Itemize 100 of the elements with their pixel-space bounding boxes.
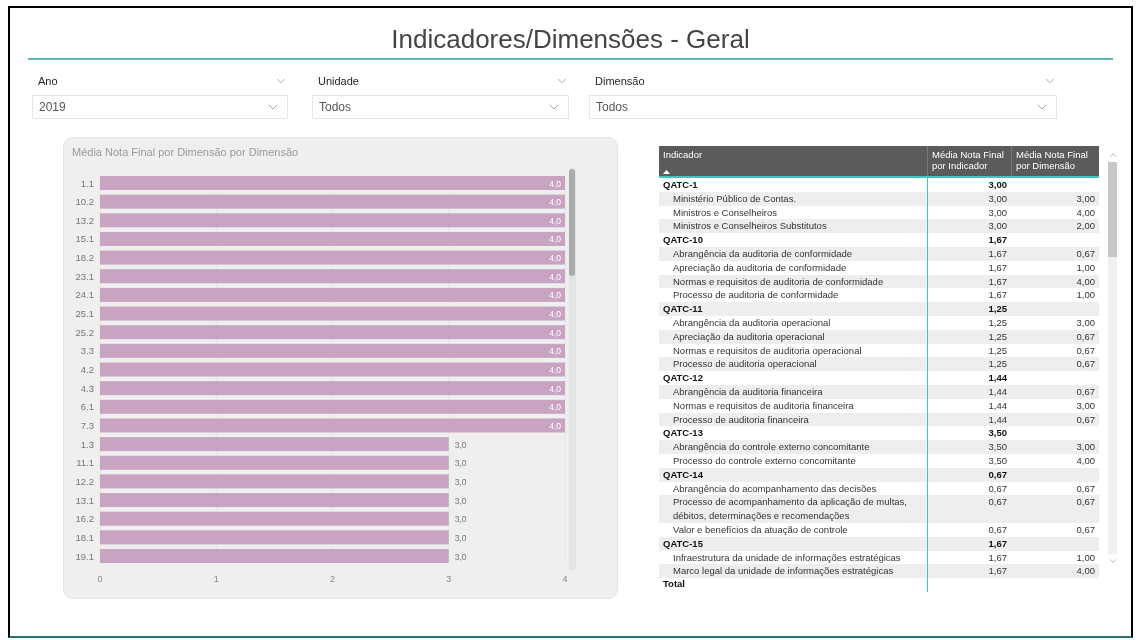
category-label: 18.2 — [75, 252, 94, 264]
group-value: 1,25 — [927, 302, 1011, 316]
group-value: 1,67 — [927, 233, 1011, 247]
table-cell-text: Ministros e Conselheiros — [672, 205, 778, 220]
table-cell-text: Infraestrutura da unidade de informações estratégicas — [672, 550, 902, 565]
category-label: 25.1 — [75, 308, 94, 320]
chart-title: Média Nota Final por Dimensão por Dimensão — [72, 145, 299, 160]
value-label: 4,0 — [549, 327, 561, 338]
group-value: 1,44 — [927, 371, 1011, 385]
value-label: 4,0 — [549, 346, 561, 357]
value-label: 4,0 — [549, 178, 561, 189]
group-cell[interactable]: QATC-12 — [659, 371, 927, 385]
table-cell-text: Processo de acompanhamento da aplicação de multas, débitos, determinações e recomendações — [672, 495, 908, 523]
table-cell-text: 3,00 — [1075, 440, 1096, 454]
table-cell-text: Processo de auditoria financeira — [672, 412, 810, 427]
axis-tick-label: 2 — [330, 574, 335, 584]
axis-tick-label: 3 — [446, 574, 452, 584]
value-label: 4,0 — [549, 365, 561, 375]
column-header[interactable]: Média Nota Final por Indicador — [927, 146, 1011, 176]
category-label: 24.1 — [75, 289, 94, 301]
filter-dropdown[interactable]: Todos — [312, 95, 569, 119]
value-label: 4,0 — [549, 215, 561, 226]
category-label: 18.1 — [75, 531, 94, 543]
table-cell-text: Processo do controle externo concomitante — [672, 453, 857, 468]
filter-dropdown[interactable]: 2019 — [32, 95, 288, 119]
table-cell-text: 4,00 — [1075, 274, 1096, 289]
table-cell-text: 0,67 — [1075, 384, 1096, 399]
table-cell-text: Normas e requisitos de auditoria de conformidade — [672, 274, 885, 289]
scroll-up-icon[interactable] — [1107, 150, 1118, 160]
group-value: 3,00 — [927, 178, 1011, 192]
table-cell: 0,67 — [927, 495, 1011, 523]
filter-label: Dimensão — [595, 73, 645, 89]
table-cell: 1,44 — [927, 384, 1011, 399]
category-label: 4.2 — [80, 364, 94, 375]
value-label: 3,0 — [454, 514, 467, 525]
table-cell-text: 0,67 — [1075, 495, 1096, 510]
value-label: 4,0 — [549, 420, 561, 431]
group-cell[interactable]: QATC-1 — [659, 178, 927, 192]
group-cell[interactable]: QATC-14 — [659, 467, 927, 482]
table-cell-text: 3,00 — [1075, 191, 1096, 206]
table-cell: 1,67 — [927, 247, 1011, 261]
category-label: 13.1 — [75, 494, 94, 506]
table-cell-text: 2,00 — [1075, 219, 1096, 234]
value-label: 3,0 — [454, 532, 467, 543]
category-label: 1.3 — [80, 438, 94, 450]
table-cell-text: Abrangência da auditoria de conformidade — [672, 247, 854, 261]
table-cell-text: 4,00 — [1075, 564, 1096, 579]
value-label: 4,0 — [549, 290, 561, 301]
table-cell-text: 0,67 — [1075, 329, 1096, 344]
axis-tick-label: 0 — [97, 574, 103, 584]
group-value: 0,67 — [927, 467, 1011, 482]
table-cell: 0,67 — [927, 522, 1011, 537]
table-cell-text: 0,67 — [1075, 522, 1096, 537]
value-label: 4,0 — [549, 402, 561, 413]
table-cell-text: Abrangência da auditoria financeira — [672, 384, 824, 399]
page-title: Indicadores/Dimensões - Geral — [391, 22, 750, 56]
category-label: 19.1 — [75, 550, 94, 562]
table-cell-text: 1,00 — [1075, 260, 1096, 275]
table-cell-text: 0,67 — [1075, 412, 1096, 427]
group-cell[interactable]: QATC-11 — [659, 302, 927, 316]
table-cell: 1,67 — [927, 564, 1011, 579]
category-label: 10.2 — [75, 196, 94, 208]
value-label: 4,0 — [549, 309, 561, 320]
value-label: 4,0 — [549, 197, 561, 208]
column-header[interactable]: Indicador — [663, 149, 927, 160]
table-cell-text: Apreciação da auditoria de conformidade — [672, 260, 848, 275]
table-cell: 3,50 — [927, 440, 1011, 454]
table-cell-text: Apreciação da auditoria operacional — [672, 329, 826, 344]
category-label: 13.2 — [75, 214, 94, 226]
table-cell-text: 0,67 — [1075, 357, 1096, 372]
table-cell-text: 1,00 — [1075, 550, 1096, 565]
category-label: 6.1 — [80, 401, 94, 413]
category-label: 1.1 — [80, 177, 94, 189]
sort-ascending-icon[interactable] — [663, 170, 670, 174]
scrollbar-thumb[interactable] — [569, 169, 575, 276]
scrollbar-thumb[interactable] — [1108, 162, 1117, 257]
group-cell[interactable]: QATC-10 — [659, 233, 927, 247]
category-label: 4.3 — [80, 382, 94, 394]
axis-tick-label: 1 — [213, 574, 219, 584]
total-label: Total — [662, 578, 686, 592]
value-label: 4,0 — [549, 253, 561, 264]
group-cell[interactable]: QATC-15 — [659, 536, 927, 551]
table-cell-text: Marco legal da unidade de informações estratégicas — [672, 564, 895, 579]
table-cell-text: Processo de auditoria operacional — [672, 357, 818, 372]
category-label: 3.3 — [80, 345, 94, 357]
table-cell-text: 0,67 — [1075, 481, 1096, 496]
table-cell-text: Valor e benefícios da atuação de controle — [672, 522, 849, 537]
table-cell-text: Normas e requisitos de auditoria financeira — [672, 398, 855, 413]
table-cell-text: 3,00 — [1075, 398, 1096, 413]
axis-tick-label: 4 — [562, 574, 568, 584]
filter-dropdown[interactable]: Todos — [589, 95, 1057, 119]
category-label: 11.1 — [76, 457, 94, 469]
table-cell-text: Ministério Público de Contas. — [672, 191, 798, 206]
column-header[interactable]: Média Nota Final por Dimensão — [1011, 146, 1099, 176]
group-cell[interactable]: QATC-13 — [659, 426, 927, 441]
category-label: 16.2 — [75, 513, 94, 525]
table-cell: 3,00 — [927, 191, 1011, 206]
scroll-down-icon[interactable] — [1107, 556, 1118, 566]
table-cell-text: Abrangência da auditoria operacional — [672, 315, 832, 330]
group-value: 1,67 — [927, 536, 1011, 551]
